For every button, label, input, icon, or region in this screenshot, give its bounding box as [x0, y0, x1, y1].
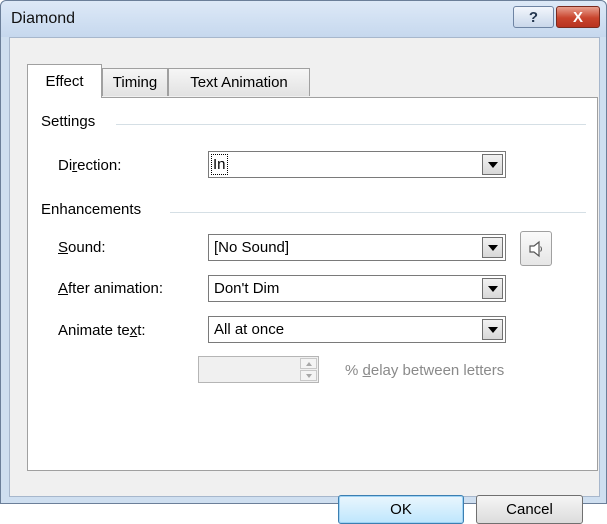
- animate-text-dropdown[interactable]: All at once: [208, 316, 506, 343]
- after-animation-dropdown[interactable]: Don't Dim: [208, 275, 506, 302]
- chevron-down-icon[interactable]: [482, 237, 503, 258]
- enhancements-group-title: Enhancements: [41, 201, 142, 218]
- after-animation-label: After animation:: [58, 280, 164, 297]
- tab-label: Text Animation: [190, 74, 288, 91]
- speaker-icon: [529, 240, 542, 257]
- ok-button[interactable]: OK: [338, 495, 464, 524]
- help-icon: ?: [528, 8, 539, 26]
- close-button[interactable]: X: [556, 6, 600, 28]
- direction-dropdown[interactable]: In: [208, 151, 506, 178]
- delay-label: % delay between letters: [345, 362, 505, 379]
- dialog-window: Diamond ? X Effect Timing Text Animation…: [0, 0, 607, 524]
- tab-effect[interactable]: Effect: [27, 64, 102, 98]
- chevron-down-icon[interactable]: [482, 319, 503, 340]
- tab-timing[interactable]: Timing: [102, 68, 168, 96]
- direction-value: In: [211, 154, 228, 175]
- delay-spinner[interactable]: [198, 356, 319, 383]
- sound-value: [No Sound]: [214, 239, 290, 256]
- settings-group-title: Settings: [41, 113, 96, 130]
- animate-text-label: Animate text:: [58, 322, 146, 339]
- effect-panel: Settings Direction: In Enhancements Soun…: [27, 97, 598, 471]
- help-button[interactable]: ?: [513, 6, 554, 28]
- tab-text-animation[interactable]: Text Animation: [168, 68, 310, 96]
- dialog-body: Effect Timing Text Animation Settings Di…: [9, 37, 600, 524]
- spin-up-icon[interactable]: [300, 358, 317, 369]
- tab-label: Effect: [45, 73, 84, 90]
- enhancements-divider: [170, 212, 586, 213]
- settings-divider: [116, 124, 586, 125]
- sound-dropdown[interactable]: [No Sound]: [208, 234, 506, 261]
- cancel-button[interactable]: Cancel: [476, 495, 583, 524]
- window-title: Diamond: [11, 10, 76, 27]
- sound-label: Sound:: [58, 239, 106, 256]
- title-bar[interactable]: Diamond ? X: [1, 1, 606, 37]
- tab-label: Timing: [112, 74, 158, 91]
- after-animation-value: Don't Dim: [214, 280, 280, 297]
- direction-label: Direction:: [58, 157, 122, 174]
- chevron-down-icon[interactable]: [482, 154, 503, 175]
- sound-preview-button[interactable]: [520, 231, 552, 266]
- spin-down-icon[interactable]: [300, 370, 317, 381]
- chevron-down-icon[interactable]: [482, 278, 503, 299]
- animate-text-value: All at once: [214, 321, 285, 338]
- close-icon: X: [572, 8, 583, 26]
